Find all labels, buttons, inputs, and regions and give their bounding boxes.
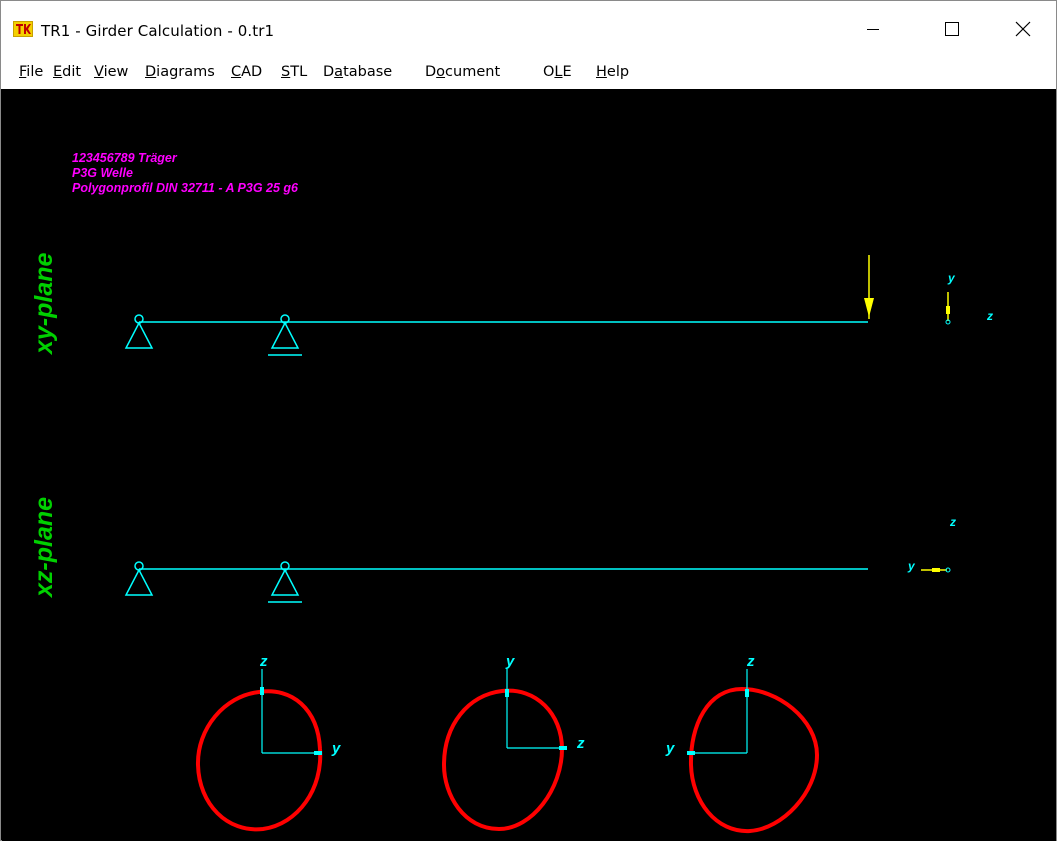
xy-roller-support-icon — [268, 314, 302, 356]
xz-fixed-support-icon — [124, 561, 154, 596]
section3-axis-label-y: y — [666, 740, 675, 757]
tr1-app-icon — [13, 21, 33, 37]
section2-axis-label-z: z — [577, 735, 585, 752]
maximize-icon — [945, 22, 959, 36]
close-icon — [1015, 21, 1031, 37]
menu-help[interactable]: Help — [596, 64, 629, 80]
maximize-button[interactable] — [929, 1, 975, 57]
xz-roller-support-icon — [268, 561, 302, 603]
xz-axis-label-y: y — [908, 559, 915, 573]
minimize-icon — [867, 29, 879, 30]
window-title: TR1 - Girder Calculation - 0.tr1 — [41, 22, 275, 40]
minimize-button[interactable] — [850, 1, 896, 57]
drawing-canvas[interactable]: 123456789 Träger P3G Welle Polygonprofil… — [2, 89, 1056, 841]
xy-axis-indicator-icon — [945, 292, 951, 325]
title-bar[interactable]: TR1 - Girder Calculation - 0.tr1 — [1, 1, 1056, 57]
section1-axis-label-y: y — [332, 740, 341, 757]
cross-section-2 — [441, 669, 567, 832]
xz-axis-label-z: z — [950, 515, 956, 529]
menu-stl[interactable]: STL — [281, 64, 307, 80]
section3-axis-label-z: z — [747, 653, 755, 670]
menu-bar: File Edit View Diagrams CAD STL Database… — [1, 57, 1056, 89]
girder-drawing — [124, 255, 951, 834]
menu-diagrams[interactable]: Diagrams — [145, 64, 215, 80]
menu-ole[interactable]: OLE — [543, 64, 572, 80]
cross-section-3 — [687, 669, 820, 834]
menu-edit[interactable]: Edit — [53, 64, 81, 80]
menu-cad[interactable]: CAD — [231, 64, 262, 80]
load-arrow-icon — [864, 255, 874, 319]
xy-axis-label-y: y — [948, 271, 955, 285]
application-window: TR1 - Girder Calculation - 0.tr1 File Ed… — [0, 0, 1057, 841]
close-button[interactable] — [1000, 1, 1046, 57]
section1-axis-label-z: z — [260, 653, 268, 670]
cross-section-1 — [195, 669, 323, 832]
menu-file[interactable]: File — [19, 64, 43, 80]
section2-axis-label-y: y — [506, 653, 515, 670]
xy-fixed-support-icon — [124, 314, 154, 349]
menu-database[interactable]: Database — [323, 64, 392, 80]
xz-axis-indicator-icon — [921, 567, 951, 573]
menu-view[interactable]: View — [94, 64, 128, 80]
xy-axis-label-z: z — [987, 309, 993, 323]
menu-document[interactable]: Document — [425, 64, 500, 80]
